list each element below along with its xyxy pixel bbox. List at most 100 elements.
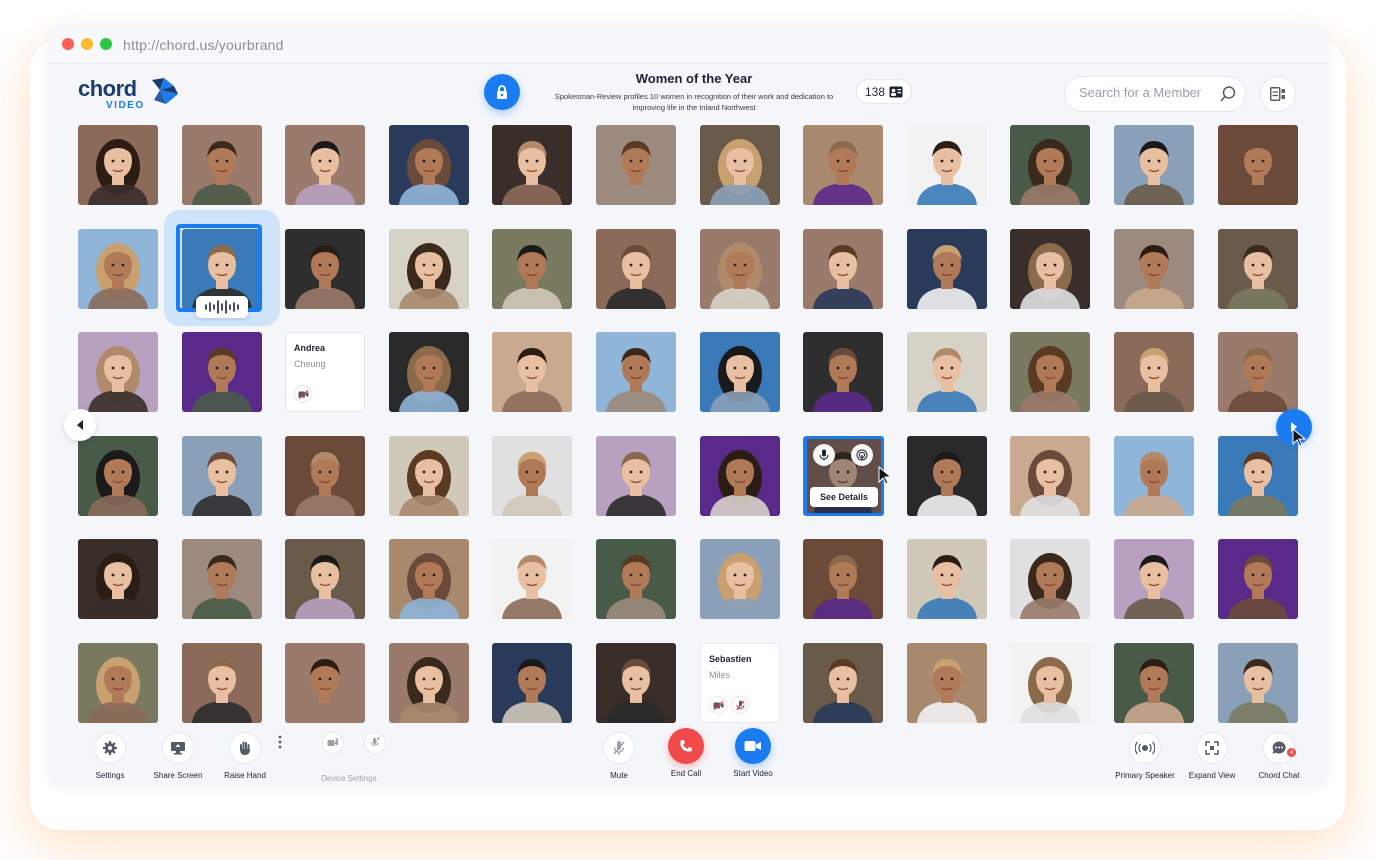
minimize-window-button[interactable] xyxy=(81,38,93,50)
participant-video-tile[interactable] xyxy=(1218,539,1298,619)
participant-video-tile[interactable] xyxy=(1010,643,1090,723)
participant-video-tile[interactable] xyxy=(285,436,365,516)
participant-video-tile[interactable] xyxy=(1114,539,1194,619)
participant-video-tile[interactable] xyxy=(803,229,883,309)
participant-video-tile[interactable] xyxy=(492,229,572,309)
participant-video-tile[interactable] xyxy=(803,125,883,205)
participant-video-tile[interactable] xyxy=(907,539,987,619)
start-video-button[interactable]: Start Video xyxy=(718,728,788,778)
participant-video-tile[interactable] xyxy=(78,643,158,723)
participant-video-tile[interactable] xyxy=(285,539,365,619)
avatar-photo xyxy=(182,643,262,723)
participant-video-tile[interactable] xyxy=(907,643,987,723)
participant-video-tile[interactable] xyxy=(285,229,365,309)
participant-video-tile[interactable] xyxy=(492,643,572,723)
participant-video-tile[interactable] xyxy=(700,125,780,205)
participant-video-tile[interactable] xyxy=(78,539,158,619)
participant-video-tile[interactable] xyxy=(1010,436,1090,516)
participant-first-name: Andrea xyxy=(294,343,326,353)
mute-label: Mute xyxy=(610,771,628,780)
participant-video-tile[interactable] xyxy=(1114,125,1194,205)
participant-video-tile[interactable] xyxy=(285,125,365,205)
participant-video-tile[interactable] xyxy=(389,332,469,412)
participant-pin-button[interactable] xyxy=(851,444,873,466)
participant-video-tile[interactable] xyxy=(1218,229,1298,309)
previous-page-button[interactable] xyxy=(64,409,96,441)
expand-view-button[interactable]: Expand View xyxy=(1177,732,1247,780)
raise-hand-button[interactable]: Raise Hand xyxy=(210,732,280,780)
participant-name-card[interactable]: Andrea Cheung xyxy=(285,332,365,412)
participant-video-tile[interactable] xyxy=(492,332,572,412)
share-screen-button[interactable]: Share Screen xyxy=(143,732,213,780)
settings-button[interactable]: Settings xyxy=(75,732,145,780)
participant-video-tile[interactable] xyxy=(596,229,676,309)
participant-video-tile[interactable] xyxy=(389,125,469,205)
participant-video-tile[interactable] xyxy=(1218,125,1298,205)
participant-video-tile[interactable] xyxy=(1218,332,1298,412)
participant-video-tile[interactable] xyxy=(1218,436,1298,516)
see-details-button[interactable]: See Details xyxy=(810,487,878,507)
participant-video-tile[interactable] xyxy=(907,332,987,412)
maximize-window-button[interactable] xyxy=(100,38,112,50)
participant-video-tile[interactable] xyxy=(1010,229,1090,309)
participant-video-tile[interactable] xyxy=(182,643,262,723)
participant-video-tile[interactable] xyxy=(182,125,262,205)
participant-video-tile[interactable] xyxy=(389,229,469,309)
participant-video-tile[interactable] xyxy=(492,125,572,205)
participant-video-tile[interactable] xyxy=(78,436,158,516)
participant-video-tile[interactable] xyxy=(596,643,676,723)
participant-video-tile[interactable] xyxy=(182,332,262,412)
participant-video-tile[interactable] xyxy=(700,332,780,412)
more-options-button[interactable] xyxy=(272,732,288,752)
member-search-input[interactable] xyxy=(1079,85,1209,100)
participant-video-tile[interactable] xyxy=(596,332,676,412)
participant-video-tile[interactable] xyxy=(907,229,987,309)
participant-video-tile[interactable] xyxy=(700,539,780,619)
search-icon[interactable] xyxy=(1219,85,1237,103)
chord-logo[interactable]: chord VIDEO xyxy=(78,76,188,111)
participant-video-tile[interactable] xyxy=(700,229,780,309)
participant-video-tile[interactable] xyxy=(596,539,676,619)
participant-video-tile[interactable] xyxy=(700,436,780,516)
participant-video-tile[interactable] xyxy=(389,436,469,516)
close-window-button[interactable] xyxy=(62,38,74,50)
room-lock-button[interactable] xyxy=(484,74,520,110)
participant-mic-button[interactable] xyxy=(813,444,835,466)
participant-video-tile[interactable] xyxy=(182,436,262,516)
participant-video-tile[interactable] xyxy=(492,436,572,516)
participant-video-tile[interactable] xyxy=(803,643,883,723)
attendee-count-badge[interactable]: 138 xyxy=(856,79,913,104)
participant-video-tile[interactable] xyxy=(182,539,262,619)
end-call-button[interactable]: End Call xyxy=(651,728,721,778)
participant-video-tile[interactable] xyxy=(492,539,572,619)
mute-button[interactable]: Mute xyxy=(584,732,654,780)
participant-video-tile[interactable] xyxy=(1114,229,1194,309)
participant-video-tile[interactable] xyxy=(1010,332,1090,412)
participant-name-card[interactable]: Sebastien Miles xyxy=(700,643,780,723)
participant-video-tile[interactable] xyxy=(389,539,469,619)
participant-video-tile[interactable] xyxy=(78,125,158,205)
participant-video-tile[interactable] xyxy=(1010,125,1090,205)
participant-video-tile[interactable] xyxy=(1114,643,1194,723)
participant-video-tile[interactable] xyxy=(596,436,676,516)
participant-video-tile[interactable] xyxy=(596,125,676,205)
layout-toggle-button[interactable] xyxy=(1260,76,1296,112)
mic-settings-button[interactable] xyxy=(364,732,386,754)
participant-video-tile[interactable] xyxy=(1218,643,1298,723)
participant-video-tile[interactable] xyxy=(803,332,883,412)
participant-video-tile[interactable] xyxy=(907,436,987,516)
camera-settings-button[interactable] xyxy=(322,732,344,754)
participant-video-tile[interactable] xyxy=(803,539,883,619)
primary-speaker-button[interactable]: Primary Speaker xyxy=(1110,732,1180,780)
member-search[interactable] xyxy=(1064,76,1246,112)
participant-video-tile[interactable] xyxy=(1010,539,1090,619)
chord-chat-button[interactable]: 4 Chord Chat xyxy=(1244,732,1314,780)
participant-video-tile[interactable] xyxy=(285,643,365,723)
participant-video-tile[interactable] xyxy=(1114,436,1194,516)
participant-video-tile[interactable] xyxy=(389,643,469,723)
participant-video-tile[interactable] xyxy=(1114,332,1194,412)
address-bar[interactable]: http://chord.us/yourbrand xyxy=(123,37,284,53)
participant-video-tile[interactable] xyxy=(907,125,987,205)
participant-video-tile[interactable] xyxy=(78,229,158,309)
participant-video-tile[interactable] xyxy=(78,332,158,412)
